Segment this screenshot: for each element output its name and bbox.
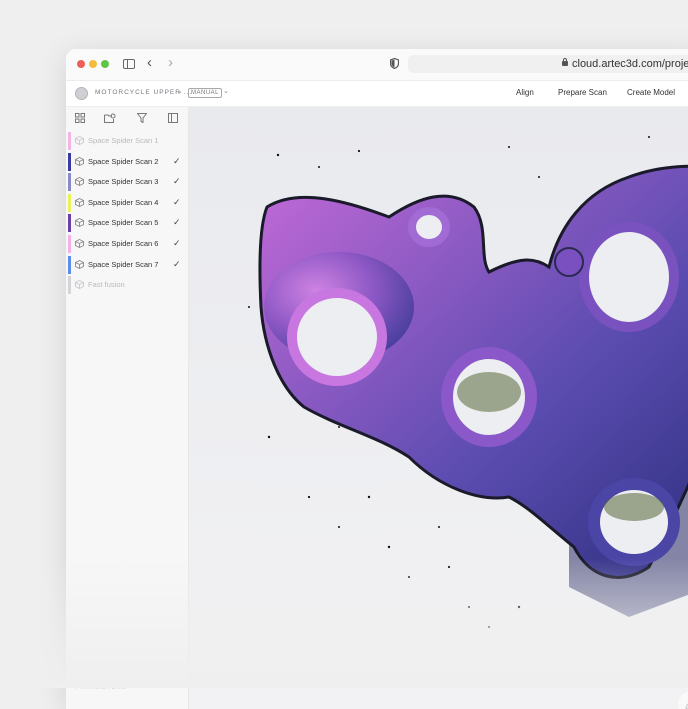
scan-sidebar: Space Spider Scan 1Space Spider Scan 2✓S…: [66, 107, 189, 709]
scan-list-item[interactable]: Space Spider Scan 6 ✓: [66, 234, 188, 254]
scan-list-item-label: Space Spider Scan 6: [88, 239, 158, 248]
create-model-button[interactable]: Create Model: [627, 88, 675, 97]
shield-icon[interactable]: [390, 58, 399, 69]
scan-boss: [555, 248, 583, 276]
scan-list-item-label: Space Spider Scan 7: [88, 260, 158, 269]
scan-hole: [584, 227, 674, 327]
scan-color-strip: [68, 194, 71, 212]
artec-logo[interactable]: [75, 87, 88, 100]
scan-list-item[interactable]: Space Spider Scan 5 ✓: [66, 213, 188, 233]
scan-color-strip: [68, 214, 71, 232]
app-header: MOTORCYCLE UPPER ... ⌄ MANUAL ⌄ Align Pr…: [66, 81, 688, 107]
zoom-window-button[interactable]: [101, 60, 109, 68]
pencil-icon: [678, 691, 688, 709]
scan-color-strip: [68, 132, 71, 150]
prepare-scan-button[interactable]: Prepare Scan: [558, 88, 607, 97]
scan-hole-shadow: [457, 372, 521, 412]
forward-button[interactable]: ›: [168, 55, 173, 71]
edit-fab[interactable]: [678, 691, 688, 709]
mode-badge: MANUAL: [188, 88, 222, 98]
scan-hole-shadow: [604, 493, 664, 521]
scan-cube-icon: [75, 157, 84, 166]
sidebar-toolbar: [66, 107, 188, 131]
browser-titlebar: ‹ › cloud.artec3d.com/projects: [66, 49, 688, 81]
check-icon[interactable]: ✓: [173, 197, 181, 208]
chevron-down-icon[interactable]: ⌄: [177, 87, 183, 95]
minimize-window-button[interactable]: [89, 60, 97, 68]
scan-cube-icon: [75, 177, 84, 186]
url-text[interactable]: cloud.artec3d.com/projects: [572, 58, 688, 70]
scan-list-item[interactable]: Space Spider Scan 4 ✓: [66, 193, 188, 213]
filter-icon[interactable]: [137, 113, 147, 123]
scan-color-strip: [68, 256, 71, 274]
scan-cube-icon: [75, 260, 84, 269]
align-button[interactable]: Align: [516, 88, 534, 97]
scan-cube-icon: [75, 136, 84, 145]
scan-list-item-label: Space Spider Scan 2: [88, 157, 158, 166]
folder-pin-icon[interactable]: [104, 113, 116, 123]
scan-list-item[interactable]: Space Spider Scan 2 ✓: [66, 152, 188, 172]
scan-model-render[interactable]: [189, 107, 688, 709]
scan-list-item-label: Space Spider Scan 1: [88, 136, 158, 145]
sidebar-toggle-icon[interactable]: [123, 59, 135, 69]
scan-cube-icon: [75, 218, 84, 227]
browser-window: ‹ › cloud.artec3d.com/projects MOTORCYCL…: [66, 49, 688, 709]
scan-color-strip: [68, 235, 71, 253]
close-window-button[interactable]: [77, 60, 85, 68]
check-icon[interactable]: ✓: [173, 176, 181, 187]
scan-color-strip: [68, 153, 71, 171]
scan-cube-icon: [75, 198, 84, 207]
scan-list-item-label: Fast fusion: [88, 280, 125, 289]
grid-icon[interactable]: [75, 113, 85, 123]
check-icon[interactable]: ✓: [173, 156, 181, 167]
scan-list-item-label: Space Spider Scan 5: [88, 218, 158, 227]
check-icon[interactable]: ✓: [173, 238, 181, 249]
panel-icon[interactable]: [168, 113, 178, 123]
sidebar-footer-label: PARAMETERS: [76, 685, 127, 691]
scan-list-item[interactable]: Space Spider Scan 1: [66, 131, 188, 151]
chevron-down-icon[interactable]: ⌄: [223, 87, 229, 95]
check-icon[interactable]: ✓: [173, 217, 181, 228]
check-icon[interactable]: ✓: [173, 259, 181, 270]
scan-list-item[interactable]: Fast fusion: [66, 275, 188, 295]
scan-list-item[interactable]: Space Spider Scan 7 ✓: [66, 255, 188, 275]
scan-color-strip: [68, 173, 71, 191]
scan-cube-icon: [75, 280, 84, 289]
scan-color-strip: [68, 276, 71, 294]
scan-hole: [292, 293, 382, 381]
scan-list-item-label: Space Spider Scan 4: [88, 198, 158, 207]
scan-cube-icon: [75, 239, 84, 248]
lock-icon: [562, 61, 568, 66]
3d-viewport[interactable]: [189, 107, 688, 709]
scan-list-item-label: Space Spider Scan 3: [88, 177, 158, 186]
back-button[interactable]: ‹: [147, 55, 152, 71]
scan-hole: [412, 211, 446, 243]
scan-list-item[interactable]: Space Spider Scan 3 ✓: [66, 172, 188, 192]
